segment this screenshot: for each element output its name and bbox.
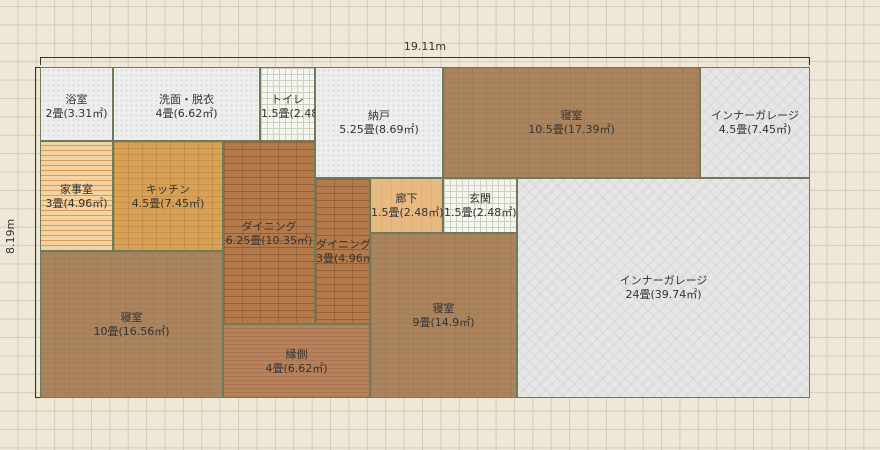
room-name: 廊下 (395, 192, 418, 205)
room-veranda[interactable]: 縁側 4畳(6.62㎡) (223, 324, 370, 398)
room-toilet[interactable]: トイレ 1.5畳(2.48㎡) (260, 67, 334, 141)
room-size: 4.5畳(7.45㎡) (718, 123, 792, 136)
room-name: インナーガレージ (619, 274, 708, 287)
room-size: 1.5畳(2.48㎡) (261, 107, 334, 120)
room-size: 1.5畳(2.48㎡) (444, 206, 517, 219)
room-name: インナーガレージ (711, 109, 799, 122)
room-size: 9畳(14.9㎡) (412, 316, 475, 329)
room-name: 納戸 (368, 109, 390, 122)
height-dimension-label: 8.19m (4, 191, 17, 254)
room-hallway[interactable]: 廊下 1.5畳(2.48㎡) (370, 178, 444, 233)
room-garage-top[interactable]: インナーガレージ 4.5畳(7.45㎡) (700, 67, 810, 178)
room-size: 3畳(4.96㎡) (45, 197, 108, 210)
room-size: 4.5畳(7.45㎡) (131, 197, 205, 210)
room-name: 寝室 (432, 302, 455, 315)
room-storage[interactable]: 納戸 5.25畳(8.69㎡) (315, 67, 443, 178)
room-size: 1.5畳(2.48㎡) (371, 206, 444, 219)
room-name: 洗面・脱衣 (159, 93, 214, 106)
room-name: 家事室 (60, 183, 93, 196)
room-name: キッチン (146, 183, 190, 196)
room-name: 縁側 (285, 348, 308, 361)
room-entrance[interactable]: 玄関 1.5畳(2.48㎡) (443, 178, 517, 233)
room-size: 10.5畳(17.39㎡) (528, 123, 615, 136)
room-name: 浴室 (65, 93, 88, 106)
room-bedroom-mid[interactable]: 寝室 9畳(14.9㎡) (370, 233, 517, 398)
room-name: 寝室 (560, 109, 583, 122)
room-name: トイレ (271, 93, 304, 106)
room-bedroom-top[interactable]: 寝室 10.5畳(17.39㎡) (443, 67, 700, 178)
room-bath[interactable]: 浴室 2畳(3.31㎡) (40, 67, 113, 141)
width-dimension-line (40, 57, 810, 65)
room-washroom[interactable]: 洗面・脱衣 4畳(6.62㎡) (113, 67, 260, 141)
room-size: 4畳(6.62㎡) (155, 107, 218, 120)
room-utility[interactable]: 家事室 3畳(4.96㎡) (40, 141, 113, 251)
width-dimension-label: 19.11m (403, 40, 447, 53)
room-size: 10畳(16.56㎡) (93, 325, 170, 338)
room-size: 6.25畳(10.35㎡) (225, 234, 313, 247)
room-dining-1[interactable]: ダイニング 6.25畳(10.35㎡) (223, 141, 315, 324)
room-name: 玄関 (469, 192, 491, 205)
room-name: 寝室 (120, 311, 143, 324)
height-dimension-text: 8.19m (4, 218, 17, 254)
room-name: ダイニング (241, 220, 297, 233)
room-bedroom-left[interactable]: 寝室 10畳(16.56㎡) (40, 251, 223, 398)
room-size: 2畳(3.31㎡) (45, 107, 108, 120)
room-size: 3畳(4.96㎡) (316, 252, 379, 265)
room-size: 24畳(39.74㎡) (625, 288, 702, 301)
room-garage-main[interactable]: インナーガレージ 24畳(39.74㎡) (517, 178, 810, 398)
room-dining-2[interactable]: ダイニング 3畳(4.96㎡) (315, 178, 379, 324)
room-size: 4畳(6.62㎡) (265, 362, 328, 375)
room-kitchen[interactable]: キッチン 4.5畳(7.45㎡) (113, 141, 223, 251)
room-name: ダイニング (316, 238, 371, 251)
room-size: 5.25畳(8.69㎡) (339, 123, 419, 136)
